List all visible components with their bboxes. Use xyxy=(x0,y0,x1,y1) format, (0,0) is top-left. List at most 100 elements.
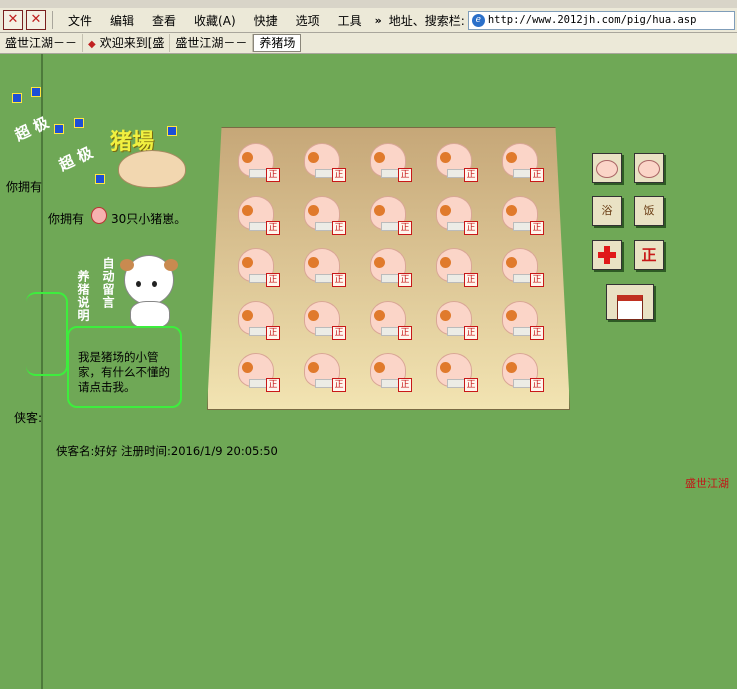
pig-slot[interactable]: 正 xyxy=(354,138,420,191)
menu-favorites[interactable]: 收藏(A) xyxy=(185,12,245,29)
tab-label: 养猪场 xyxy=(259,36,296,50)
pig-slot[interactable]: 正 xyxy=(486,348,552,401)
zheng-stamp: 正 xyxy=(266,220,280,235)
menu-shortcuts[interactable]: 快捷 xyxy=(245,12,287,29)
zheng-stamp: 正 xyxy=(464,325,478,340)
tab-shengshi-2[interactable]: 盛世江湖－－ xyxy=(170,34,254,52)
tab-shengshi-1[interactable]: 盛世江湖－－ xyxy=(0,34,84,52)
pig-slot[interactable]: 正 xyxy=(222,243,288,296)
menu-edit[interactable]: 编辑 xyxy=(101,12,143,29)
pig-slot[interactable]: 正 xyxy=(486,138,552,191)
pig-slot[interactable]: 正 xyxy=(420,138,486,191)
pig-guide-link[interactable]: 养猪说明 xyxy=(75,270,92,322)
sparkle-icon xyxy=(167,126,177,136)
pig-count: 30只小猪崽。 xyxy=(111,212,187,226)
bath-button[interactable]: 浴 xyxy=(592,196,622,226)
pig-slot[interactable]: 正 xyxy=(486,296,552,349)
toolbar-overflow-chevron[interactable]: » xyxy=(371,14,386,27)
zheng-stamp: 正 xyxy=(530,325,544,340)
pig-slot[interactable]: 正 xyxy=(222,348,288,401)
toolbar-divider xyxy=(52,11,53,29)
zheng-stamp: 正 xyxy=(398,273,412,287)
sow-image xyxy=(118,150,186,188)
tab-pig-farm[interactable]: 养猪场 xyxy=(253,34,302,52)
pig-slot[interactable]: 正 xyxy=(486,191,552,244)
own-label: 你拥有 xyxy=(48,212,85,226)
address-label: 地址、搜索栏: xyxy=(388,13,465,28)
doctor-icon xyxy=(638,160,660,178)
left-own-label: 你拥有 xyxy=(6,180,43,194)
close-red-icon[interactable]: ✕ xyxy=(3,10,23,30)
menu-tools[interactable]: 工具 xyxy=(329,12,371,29)
credit-link[interactable]: 盛世江湖 xyxy=(685,475,729,491)
helper-panel[interactable]: 我是猪场的小管家，有什么不懂的请点击我。 xyxy=(67,326,182,408)
pig-slot[interactable]: 正 xyxy=(420,348,486,401)
pig-slot[interactable]: 正 xyxy=(354,296,420,349)
sparkle-icon xyxy=(12,93,22,103)
pig-slot[interactable]: 正 xyxy=(222,191,288,244)
pig-slot[interactable]: 正 xyxy=(354,348,420,401)
doctor-button[interactable] xyxy=(634,153,664,183)
zheng-stamp: 正 xyxy=(332,325,346,340)
zheng-stamp: 正 xyxy=(332,273,346,287)
food-button[interactable]: 饭 xyxy=(634,196,664,226)
zheng-stamp: 正 xyxy=(398,168,412,182)
pig-slot[interactable]: 正 xyxy=(288,138,354,191)
diamond-icon: ◆ xyxy=(88,39,96,50)
menu-view[interactable]: 查看 xyxy=(143,12,185,29)
super-badge: 超 极 xyxy=(56,143,96,175)
zheng-stamp: 正 xyxy=(332,168,346,182)
zheng-stamp: 正 xyxy=(332,378,346,392)
cow-mascot[interactable] xyxy=(120,255,178,329)
zheng-stamp: 正 xyxy=(464,220,478,235)
pig-slot[interactable]: 正 xyxy=(354,191,420,244)
sparkle-icon xyxy=(74,118,84,128)
pig-slot[interactable]: 正 xyxy=(222,138,288,191)
pig-slot[interactable]: 正 xyxy=(288,243,354,296)
house-icon xyxy=(617,295,643,320)
feed-button[interactable] xyxy=(592,153,622,183)
bath-icon: 浴 xyxy=(601,204,613,217)
pig-slot[interactable]: 正 xyxy=(420,296,486,349)
zheng-stamp: 正 xyxy=(398,220,412,235)
left-badge: 超 极 xyxy=(12,113,52,145)
sparkle-icon xyxy=(95,174,105,184)
pig-slot[interactable]: 正 xyxy=(354,243,420,296)
pig-slot[interactable]: 正 xyxy=(288,348,354,401)
pigsty-button[interactable] xyxy=(606,284,654,320)
zheng-stamp: 正 xyxy=(266,273,280,287)
pig-slot[interactable]: 正 xyxy=(222,296,288,349)
pig-slot[interactable]: 正 xyxy=(288,191,354,244)
player-info: 侠客名:好好 注册时间:2016/1/9 20:05:50 xyxy=(56,444,278,458)
zheng-stamp: 正 xyxy=(266,378,280,392)
tab-label: 盛世江湖－－ xyxy=(5,36,78,50)
menu-file[interactable]: 文件 xyxy=(59,12,101,29)
browser-toolbar: ✕ ✕ 文件 编辑 查看 收藏(A) 快捷 选项 工具 » 地址、搜索栏: e … xyxy=(0,8,737,33)
zheng-icon: 正 xyxy=(641,246,657,264)
zheng-stamp: 正 xyxy=(266,325,280,340)
pig-pen-grid: 正正正正正正正正正正正正正正正正正正正正正正正正正 xyxy=(222,138,552,400)
helper-text: 我是猪场的小管家，有什么不懂的请点击我。 xyxy=(78,350,170,394)
sell-button[interactable]: 正 xyxy=(634,240,664,270)
zheng-stamp: 正 xyxy=(398,378,412,392)
tab-welcome[interactable]: ◆ 欢迎来到[盛 xyxy=(83,34,171,52)
pig-slot[interactable]: 正 xyxy=(486,243,552,296)
red-cross-icon xyxy=(598,246,616,264)
pig-slot[interactable]: 正 xyxy=(420,243,486,296)
zheng-stamp: 正 xyxy=(464,273,478,287)
page-globe-icon: e xyxy=(471,13,485,27)
address-url[interactable]: http://www.2012jh.com/pig/hua.asp xyxy=(488,12,697,29)
medical-button[interactable] xyxy=(592,240,622,270)
sparkle-icon xyxy=(54,124,64,134)
pig-slot[interactable]: 正 xyxy=(420,191,486,244)
pig-slot[interactable]: 正 xyxy=(288,296,354,349)
left-helper-panel xyxy=(26,292,68,376)
zheng-stamp: 正 xyxy=(464,168,478,182)
stop-x-icon[interactable]: ✕ xyxy=(26,10,46,30)
auto-message-link[interactable]: 自动留言 xyxy=(100,257,117,309)
tab-bar: 盛世江湖－－ ◆ 欢迎来到[盛 盛世江湖－－ 养猪场 xyxy=(0,33,737,54)
menu-options[interactable]: 选项 xyxy=(287,12,329,29)
address-bar[interactable]: e http://www.2012jh.com/pig/hua.asp xyxy=(467,10,735,30)
zheng-stamp: 正 xyxy=(530,220,544,235)
zheng-stamp: 正 xyxy=(464,378,478,392)
